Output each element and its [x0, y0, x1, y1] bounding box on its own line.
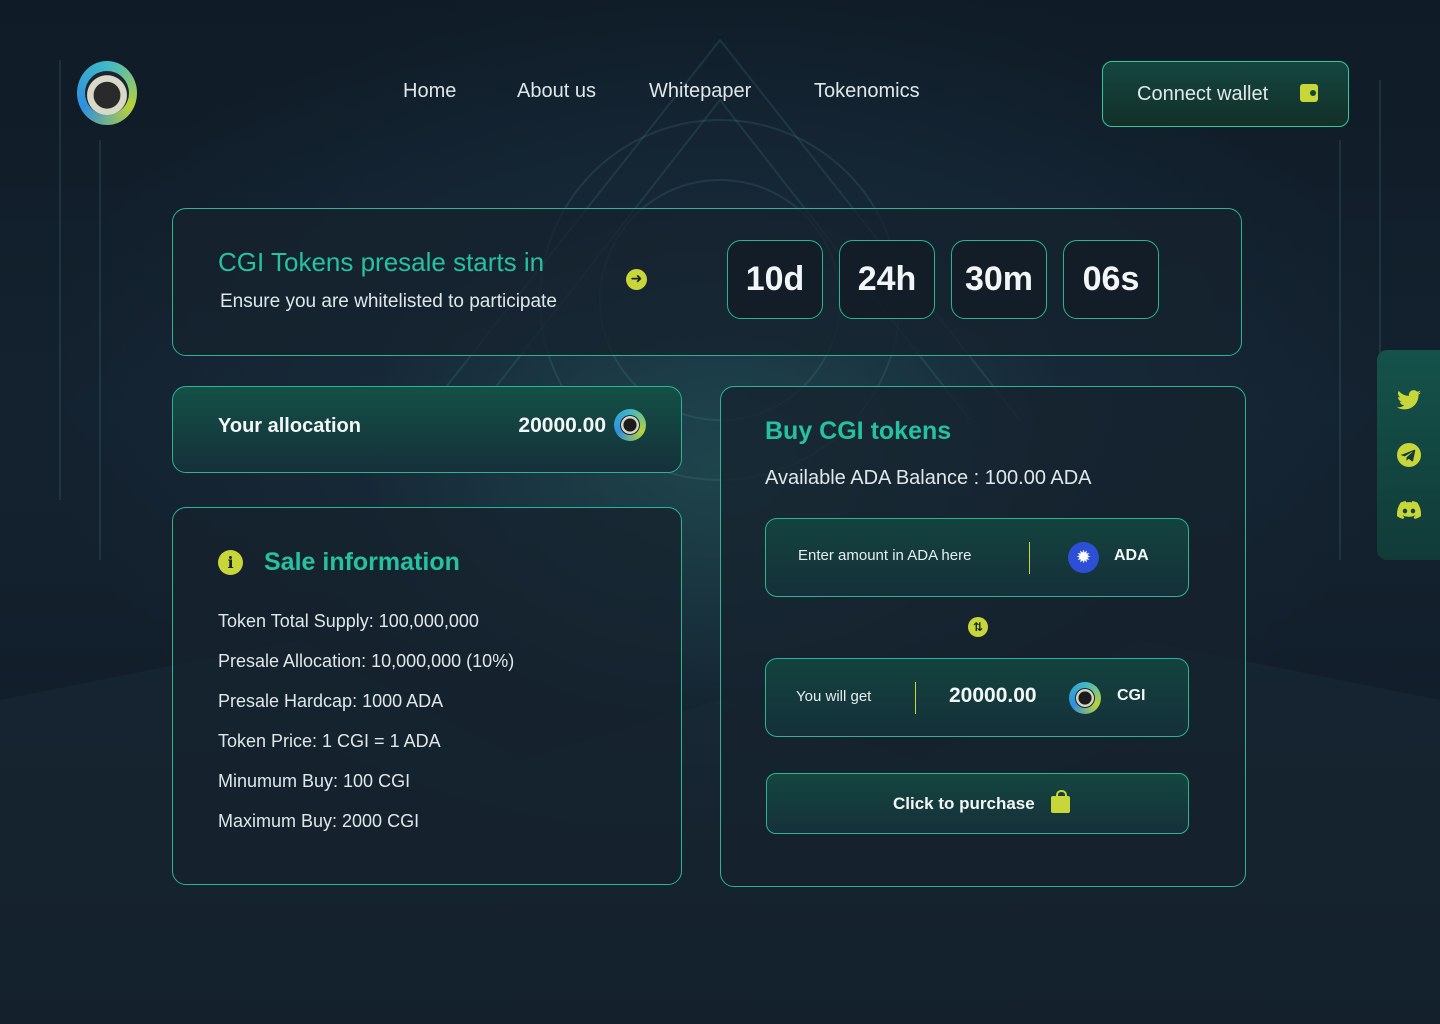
allocation-label: Your allocation: [218, 415, 361, 437]
sale-info-row: Token Total Supply: 100,000,000: [218, 611, 479, 631]
timer-seconds: 06s: [1063, 240, 1159, 319]
buy-tokens-panel: Buy CGI tokens Available ADA Balance : 1…: [720, 386, 1246, 887]
twitter-icon[interactable]: [1397, 388, 1421, 412]
swap-icon[interactable]: ⇅: [968, 617, 988, 637]
countdown-subtitle: Ensure you are whitelisted to participat…: [220, 291, 557, 312]
discord-icon[interactable]: [1397, 498, 1421, 522]
ada-unit-label: ADA: [1114, 547, 1149, 564]
sale-info-row: Presale Hardcap: 1000 ADA: [218, 691, 444, 711]
sale-information-title: Sale information: [264, 548, 460, 576]
nav-whitepaper[interactable]: Whitepaper: [649, 80, 751, 103]
field-divider: [1029, 542, 1030, 574]
info-icon: i: [218, 550, 243, 575]
sale-info-row: Minumum Buy: 100 CGI: [218, 771, 411, 791]
connect-wallet-label: Connect wallet: [1137, 82, 1269, 105]
you-will-get-value: 20000.00: [949, 684, 1037, 707]
connect-wallet-button[interactable]: Connect wallet: [1102, 61, 1349, 127]
cgi-token-icon: [614, 409, 646, 441]
timer-minutes: 30m: [951, 240, 1047, 319]
nav-about-us[interactable]: About us: [517, 80, 596, 103]
wallet-icon: [1300, 84, 1318, 102]
cgi-token-icon: [1069, 682, 1101, 714]
purchase-label: Click to purchase: [893, 794, 1035, 813]
sale-info-row: Maximum Buy: 2000 CGI: [218, 811, 420, 831]
allocation-panel: Your allocation 20000.00: [172, 386, 682, 473]
sale-information-panel: i Sale information Token Total Supply: 1…: [172, 507, 682, 885]
allocation-value: 20000.00: [518, 414, 606, 437]
presale-countdown-panel: CGI Tokens presale starts in Ensure you …: [172, 208, 1242, 356]
ada-amount-input[interactable]: [798, 547, 1018, 564]
site-logo[interactable]: [77, 61, 137, 125]
shopping-bag-icon: [1051, 790, 1070, 813]
countdown-title: CGI Tokens presale starts in: [218, 247, 545, 277]
sale-info-row: Presale Allocation: 10,000,000 (10%): [218, 651, 515, 671]
cardano-icon: ✹: [1068, 542, 1099, 573]
mascot-icon: [85, 71, 129, 115]
buy-title: Buy CGI tokens: [765, 417, 952, 445]
you-will-get-label: You will get: [796, 688, 872, 705]
cgi-unit-label: CGI: [1117, 687, 1146, 704]
ada-amount-field: ✹ ADA: [765, 518, 1189, 597]
nav-tokenomics[interactable]: Tokenomics: [814, 80, 920, 103]
ada-balance: Available ADA Balance : 100.00 ADA: [765, 467, 1092, 489]
field-divider: [915, 682, 916, 714]
purchase-button[interactable]: Click to purchase: [766, 773, 1189, 834]
arrow-right-icon[interactable]: ➜: [626, 269, 647, 290]
timer-hours: 24h: [839, 240, 935, 319]
nav-home[interactable]: Home: [403, 80, 456, 103]
you-will-get-field: You will get 20000.00 CGI: [765, 658, 1189, 737]
telegram-icon[interactable]: [1397, 443, 1421, 467]
timer-days: 10d: [727, 240, 823, 319]
social-sidebar: [1377, 350, 1440, 560]
sale-info-row: Token Price: 1 CGI = 1 ADA: [218, 731, 441, 751]
